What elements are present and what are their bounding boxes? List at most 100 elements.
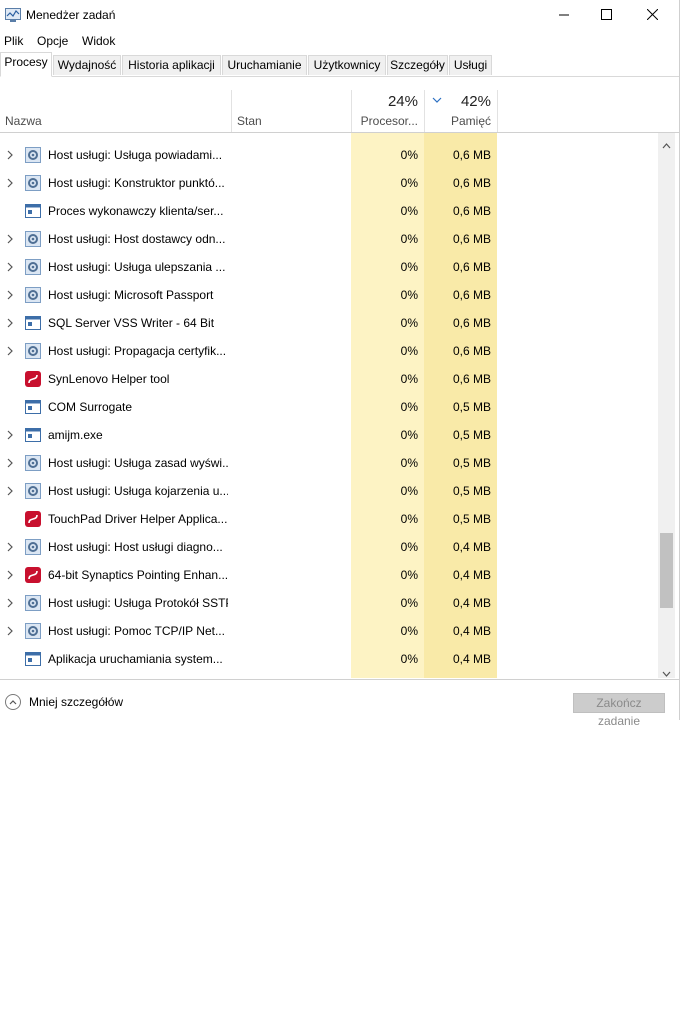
table-row[interactable]: Host usługi: Host usługi diagno... 0% 0,4 … xyxy=(0,533,658,561)
chevron-right-icon[interactable] xyxy=(6,149,14,161)
table-row[interactable]: amijm.exe 0% 0,5 MB xyxy=(0,421,658,449)
column-cpu[interactable]: Procesor... xyxy=(352,114,418,128)
process-name: Host usługi: Host dostawcy odn... xyxy=(48,232,226,246)
chevron-up-circle-icon xyxy=(5,694,21,710)
chevron-right-icon[interactable] xyxy=(6,569,14,581)
end-task-button[interactable]: Zakończ zadanie xyxy=(573,693,665,728)
process-memory: 0,6 MB xyxy=(452,204,491,218)
tab-bar: Procesy Wydajność Historia aplikacji Uru… xyxy=(0,52,679,77)
process-cpu: 0% xyxy=(400,204,418,218)
gear-icon xyxy=(25,231,41,247)
gear-icon xyxy=(25,343,41,359)
minimize-icon xyxy=(559,9,569,23)
table-row[interactable]: Host usługi: Usługa zasad wyświ... 0% 0,5 … xyxy=(0,449,658,477)
process-cpu: 0% xyxy=(400,428,418,442)
chevron-right-icon[interactable] xyxy=(6,261,14,273)
close-icon xyxy=(646,8,658,23)
tab-users[interactable]: Użytkownicy xyxy=(308,55,386,75)
window-icon xyxy=(25,399,41,415)
menu-options[interactable]: Opcje xyxy=(37,34,68,48)
gear-icon xyxy=(25,147,41,163)
tab-startup[interactable]: Uruchamianie xyxy=(222,55,307,75)
column-memory[interactable]: Pamięć xyxy=(425,114,491,128)
chevron-right-icon[interactable] xyxy=(6,485,14,497)
column-name[interactable]: Nazwa xyxy=(5,114,42,128)
vertical-scrollbar[interactable] xyxy=(658,133,675,678)
process-name: amijm.exe xyxy=(48,428,103,442)
chevron-right-icon[interactable] xyxy=(6,597,14,609)
scroll-down-icon[interactable] xyxy=(662,666,671,680)
list-item[interactable] xyxy=(0,133,658,139)
process-memory: 0,5 MB xyxy=(452,484,491,498)
table-row[interactable]: Host usługi: Pomoc TCP/IP Net... 0% 0,4 MB xyxy=(0,617,658,645)
table-row[interactable]: Host usługi: Usługa kojarzenia u... 0% 0,5… xyxy=(0,477,658,505)
process-cpu: 0% xyxy=(400,568,418,582)
process-memory: 0,5 MB xyxy=(452,400,491,414)
process-memory: 0,6 MB xyxy=(452,232,491,246)
table-row[interactable]: Host usługi: Microsoft Passport 0% 0,6 MB xyxy=(0,281,658,309)
table-row[interactable]: SQL Server VSS Writer - 64 Bit 0% 0,6 MB xyxy=(0,309,658,337)
minimize-button[interactable] xyxy=(541,0,587,31)
chevron-right-icon[interactable] xyxy=(6,345,14,357)
scrollbar-thumb[interactable] xyxy=(660,533,673,608)
process-name: Host usługi: Usługa kojarzenia u... xyxy=(48,484,228,498)
process-cpu: 0% xyxy=(400,624,418,638)
column-header: Nazwa Stan 24% Procesor... 42% Pamięć xyxy=(0,90,679,133)
synaptics-icon xyxy=(25,567,41,583)
process-memory: 0,5 MB xyxy=(452,428,491,442)
process-name: SQL Server VSS Writer - 64 Bit xyxy=(48,316,215,330)
chevron-right-icon[interactable] xyxy=(6,429,14,441)
process-memory: 0,5 MB xyxy=(452,512,491,526)
process-memory: 0,6 MB xyxy=(452,344,491,358)
process-cpu: 0% xyxy=(400,456,418,470)
chevron-right-icon[interactable] xyxy=(6,625,14,637)
menu-file[interactable]: Plik xyxy=(4,34,23,48)
tab-performance[interactable]: Wydajność xyxy=(53,55,121,75)
table-row[interactable]: COM Surrogate 0% 0,5 MB xyxy=(0,393,658,421)
table-row[interactable]: SynLenovo Helper tool 0% 0,6 MB xyxy=(0,365,658,393)
process-name: SynLenovo Helper tool xyxy=(48,372,170,386)
table-row[interactable]: Host usługi: Usługa powiadami... 0% 0,6 MB xyxy=(0,141,658,169)
table-row[interactable]: Host usługi: Konstruktor punktó... 0% 0,6 … xyxy=(0,169,658,197)
process-memory: 0,4 MB xyxy=(452,540,491,554)
chevron-right-icon[interactable] xyxy=(6,541,14,553)
process-name: Host usługi: Usługa powiadami... xyxy=(48,148,223,162)
process-memory: 0,6 MB xyxy=(452,148,491,162)
process-memory: 0,6 MB xyxy=(452,316,491,330)
tab-app-history[interactable]: Historia aplikacji xyxy=(122,55,221,75)
table-row[interactable]: Proces wykonawczy klienta/ser... 0% 0,6 MB xyxy=(0,197,658,225)
menu-view[interactable]: Widok xyxy=(82,34,115,48)
tab-services[interactable]: Usługi xyxy=(449,55,492,75)
chevron-right-icon[interactable] xyxy=(6,457,14,469)
process-list: Host usługi: Usługa powiadami... 0% 0,6 MB… xyxy=(0,133,658,678)
chevron-right-icon[interactable] xyxy=(6,233,14,245)
close-button[interactable] xyxy=(629,0,675,31)
process-cpu: 0% xyxy=(400,400,418,414)
fewer-details-button[interactable]: Mniej szczegółów xyxy=(5,694,123,710)
synaptics-icon xyxy=(25,371,41,387)
footer-bar: Mniej szczegółów Zakończ zadanie xyxy=(0,679,679,728)
process-name: 64-bit Synaptics Pointing Enhan... xyxy=(48,568,228,582)
process-name: Host usługi: Pomoc TCP/IP Net... xyxy=(48,624,225,638)
table-row[interactable]: TouchPad Driver Helper Applica... 0% 0,5 M… xyxy=(0,505,658,533)
column-status[interactable]: Stan xyxy=(237,114,262,128)
table-row[interactable]: Aplikacja uruchamiania system... 0% 0,4 MB xyxy=(0,645,658,673)
process-cpu: 0% xyxy=(400,288,418,302)
chevron-right-icon[interactable] xyxy=(6,317,14,329)
chevron-right-icon[interactable] xyxy=(6,177,14,189)
scroll-up-icon[interactable] xyxy=(662,138,671,152)
table-row[interactable]: Host usługi: Usługa ulepszania ... 0% 0,6 … xyxy=(0,253,658,281)
maximize-button[interactable] xyxy=(583,0,629,31)
process-cpu: 0% xyxy=(400,512,418,526)
table-row[interactable]: Host usługi: Host dostawcy odn... 0% 0,6 M… xyxy=(0,225,658,253)
menu-bar: Plik Opcje Widok xyxy=(0,31,679,51)
tab-processes[interactable]: Procesy xyxy=(0,52,52,77)
process-cpu: 0% xyxy=(400,596,418,610)
table-row[interactable]: Host usługi: Usługa Protokół SSTP 0% 0,4 M… xyxy=(0,589,658,617)
chevron-right-icon[interactable] xyxy=(6,289,14,301)
tab-details[interactable]: Szczegóły xyxy=(387,55,448,75)
table-row[interactable]: 64-bit Synaptics Pointing Enhan... 0% 0,4 … xyxy=(0,561,658,589)
table-row[interactable]: Host usługi: Propagacja certyfik... 0% 0,6… xyxy=(0,337,658,365)
process-name: Host usługi: Usługa ulepszania ... xyxy=(48,260,226,274)
process-cpu: 0% xyxy=(400,148,418,162)
